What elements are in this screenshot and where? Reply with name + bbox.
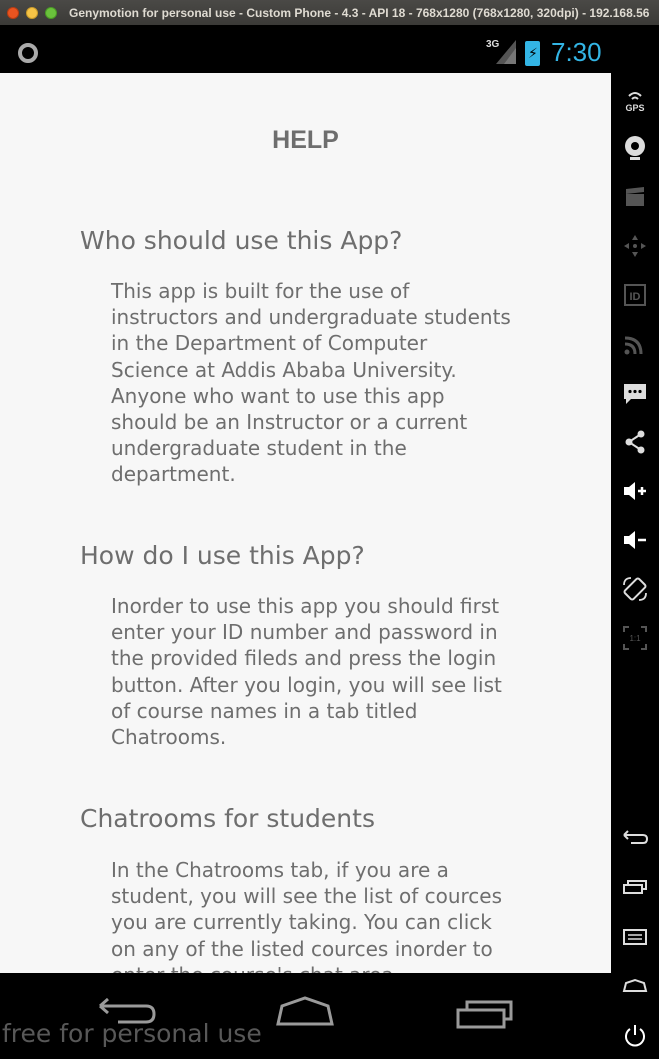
svg-text:GPS: GPS — [625, 103, 644, 113]
section-body-how: Inorder to use this app you should first… — [111, 594, 502, 750]
svg-text:1:1: 1:1 — [629, 634, 641, 643]
chat-bubble-icon — [624, 384, 646, 404]
dpad-icon — [624, 235, 646, 257]
webcam-icon — [625, 136, 645, 160]
pixel-perfect-button[interactable]: 1:1 — [621, 624, 649, 652]
cast-button[interactable] — [621, 330, 649, 358]
personal-use-watermark: free for personal use — [2, 1019, 262, 1048]
genymotion-notification-icon — [18, 43, 38, 63]
dpad-button[interactable] — [621, 232, 649, 260]
capture-button[interactable] — [621, 183, 649, 211]
window-close-button[interactable] — [7, 6, 19, 19]
window-title: Genymotion for personal use - Custom Pho… — [69, 5, 650, 20]
android-status-bar: 3G ⚡ 7:30 — [0, 25, 611, 73]
rotate-button[interactable] — [621, 575, 649, 603]
page-title: HELP — [272, 126, 339, 154]
pixel-perfect-icon: 1:1 — [623, 626, 647, 650]
window-titlebar: Genymotion for personal use - Custom Pho… — [0, 0, 659, 25]
back-arrow-icon — [623, 830, 649, 844]
status-clock: 7:30 — [551, 37, 602, 67]
home-hardware-button[interactable] — [621, 972, 649, 1000]
volume-down-button[interactable] — [621, 526, 649, 554]
volume-up-button[interactable] — [621, 477, 649, 505]
help-screen[interactable]: HELP Who should use this App? This app i… — [0, 73, 611, 973]
home-small-icon — [622, 978, 648, 992]
back-hardware-button[interactable] — [621, 825, 649, 853]
volume-down-icon — [624, 531, 646, 549]
section-heading-who: Who should use this App? — [80, 226, 403, 255]
recent-apps-hardware-button[interactable] — [621, 874, 649, 902]
section-heading-how: How do I use this App? — [80, 541, 365, 570]
menu-hardware-button[interactable] — [621, 923, 649, 951]
webcam-button[interactable] — [621, 133, 649, 161]
section-body-who: This app is built for the use of instruc… — [111, 279, 511, 487]
power-button[interactable] — [621, 1021, 649, 1049]
menu-icon — [623, 929, 647, 945]
home-icon[interactable] — [274, 996, 336, 1028]
window-maximize-button[interactable] — [45, 6, 57, 19]
section-body-chatrooms: In the Chatrooms tab, if you are a stude… — [111, 858, 503, 973]
genymotion-toolbar: GPS ID 1:1 — [611, 25, 659, 1059]
id-card-icon: ID — [624, 284, 646, 306]
cast-icon — [624, 336, 643, 355]
device-id-button[interactable]: ID — [621, 281, 649, 309]
section-heading-chatrooms: Chatrooms for students — [80, 804, 375, 833]
recent-apps-icon[interactable] — [455, 998, 515, 1030]
window-minimize-button[interactable] — [26, 6, 38, 19]
power-icon — [625, 1025, 645, 1047]
volume-up-icon — [624, 482, 646, 500]
share-button[interactable] — [621, 428, 649, 456]
rotate-icon — [623, 577, 647, 601]
gps-icon: GPS — [625, 92, 645, 113]
sms-button[interactable] — [621, 379, 649, 407]
clapperboard-icon — [626, 187, 644, 206]
gps-button[interactable]: GPS — [621, 86, 649, 114]
recent-apps-small-icon — [623, 880, 647, 894]
battery-icon: ⚡ — [525, 41, 540, 66]
android-navigation-bar: free for personal use — [0, 973, 611, 1059]
share-icon — [625, 430, 645, 454]
signal-icon — [496, 40, 516, 64]
svg-text:ID: ID — [630, 291, 641, 303]
